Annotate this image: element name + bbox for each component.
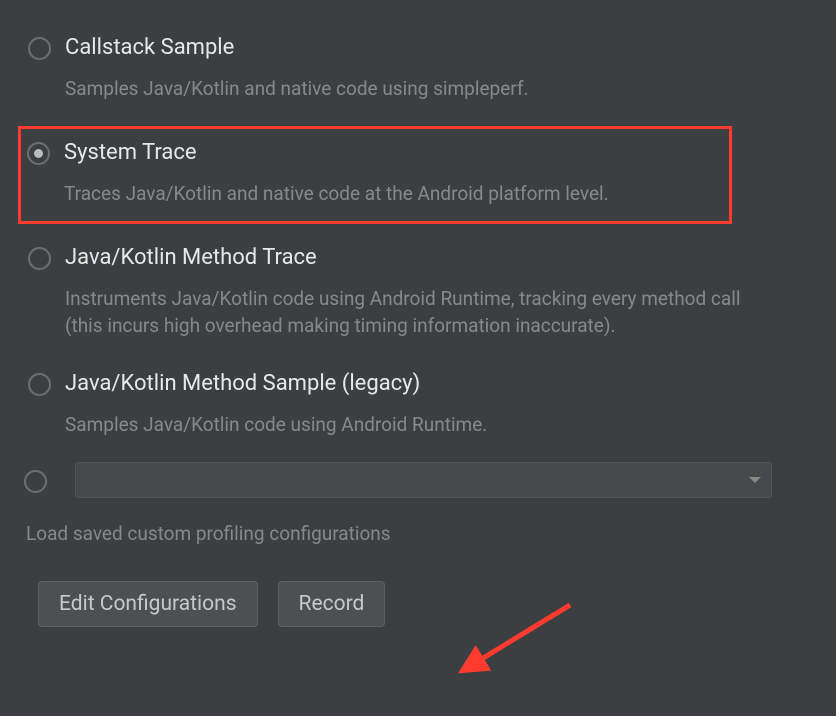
hint-text: Load saved custom profiling configuratio… (26, 522, 812, 545)
option-java-kotlin-method-trace[interactable]: Java/Kotlin Method Trace Instruments Jav… (24, 238, 812, 346)
option-callstack-sample[interactable]: Callstack Sample Samples Java/Kotlin and… (24, 28, 812, 108)
option-system-trace[interactable]: System Trace Traces Java/Kotlin and nati… (18, 126, 732, 224)
radio-custom-config[interactable] (24, 470, 47, 493)
option-desc: Samples Java/Kotlin code using Android R… (65, 411, 745, 439)
radio-system-trace[interactable] (27, 142, 50, 165)
option-desc: Instruments Java/Kotlin code using Andro… (65, 285, 745, 340)
option-content: Java/Kotlin Method Sample (legacy) Sampl… (65, 370, 808, 438)
option-content: System Trace Traces Java/Kotlin and nati… (64, 139, 723, 207)
chevron-down-icon (749, 477, 761, 483)
edit-configurations-button[interactable]: Edit Configurations (38, 581, 258, 627)
option-content: Callstack Sample Samples Java/Kotlin and… (65, 34, 808, 102)
radio-java-kotlin-method-sample-legacy[interactable] (28, 373, 51, 396)
option-title: Java/Kotlin Method Sample (legacy) (65, 370, 808, 399)
button-row: Edit Configurations Record (38, 581, 812, 627)
option-desc: Samples Java/Kotlin and native code usin… (65, 75, 745, 103)
option-java-kotlin-method-sample-legacy[interactable]: Java/Kotlin Method Sample (legacy) Sampl… (24, 364, 812, 444)
option-title: System Trace (64, 139, 723, 168)
custom-config-row (24, 462, 812, 498)
option-desc: Traces Java/Kotlin and native code at th… (64, 180, 723, 208)
option-title: Java/Kotlin Method Trace (65, 244, 808, 273)
option-content: Java/Kotlin Method Trace Instruments Jav… (65, 244, 808, 340)
radio-callstack-sample[interactable] (28, 37, 51, 60)
custom-config-dropdown[interactable] (75, 462, 772, 498)
option-title: Callstack Sample (65, 34, 808, 63)
record-button[interactable]: Record (278, 581, 386, 627)
radio-java-kotlin-method-trace[interactable] (28, 247, 51, 270)
